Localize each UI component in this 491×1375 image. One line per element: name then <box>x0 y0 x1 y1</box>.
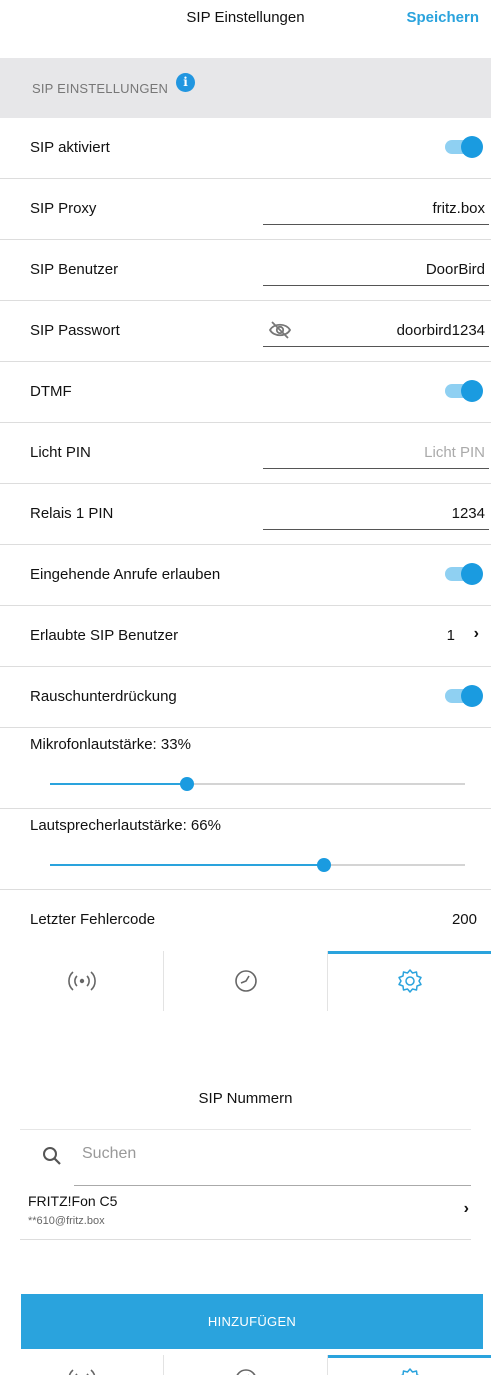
row-light-pin: Licht PIN Licht PIN <box>0 423 491 484</box>
dtmf-label: DTMF <box>30 383 72 400</box>
list-item[interactable]: FRITZ!Fon C5 **610@fritz.box › <box>20 1185 471 1240</box>
chevron-right-icon[interactable]: › <box>464 1200 469 1218</box>
broadcast-icon <box>67 971 96 991</box>
history-clock-icon <box>234 970 257 992</box>
section-header: SIP EINSTELLUNGEN i <box>0 58 491 118</box>
row-sip-proxy: SIP Proxy fritz.box <box>0 179 491 240</box>
sip-settings-screen: SIP Einstellungen Speichern SIP EINSTELL… <box>0 0 491 1011</box>
sip-enabled-toggle[interactable] <box>445 136 483 158</box>
row-mic-volume: Mikrofonlautstärke: 33% <box>0 728 491 809</box>
sip-user-label: SIP Benutzer <box>30 261 119 278</box>
sip-numbers-screen: SIP Nummern FRITZ!Fon C5 **610@fritz.box… <box>0 1082 491 1375</box>
allowed-users-label: Erlaubte SIP Benutzer <box>30 627 179 644</box>
sip-proxy-input[interactable]: fritz.box <box>263 195 489 225</box>
search-icon <box>43 1147 61 1165</box>
row-speaker-volume: Lautsprecherlautstärke: 66% <box>0 809 491 890</box>
mic-volume-thumb[interactable] <box>179 777 194 791</box>
tab-history[interactable] <box>164 951 328 1011</box>
sip-password-input[interactable]: doorbird1234 <box>263 317 489 347</box>
last-error-label: Letzter Fehlercode <box>30 911 156 928</box>
relay-pin-label: Relais 1 PIN <box>30 505 114 522</box>
incoming-calls-label: Eingehende Anrufe erlauben <box>30 566 221 583</box>
row-noise-suppression: Rauschunterdrückung <box>0 667 491 728</box>
noise-suppression-toggle[interactable] <box>445 685 483 707</box>
row-allowed-users[interactable]: Erlaubte SIP Benutzer 1 › <box>0 606 491 667</box>
tab-bar-numbers <box>0 1355 491 1375</box>
row-sip-password: SIP Passwort doorbird1234 <box>0 301 491 362</box>
section-label: SIP EINSTELLUNGEN <box>32 80 169 96</box>
list-item-name: FRITZ!Fon C5 <box>28 1193 118 1209</box>
tab-settings[interactable] <box>328 951 491 1011</box>
row-relay-pin: Relais 1 PIN 1234 <box>0 484 491 545</box>
incoming-calls-toggle[interactable] <box>445 563 483 585</box>
header: SIP Einstellungen Speichern <box>0 0 491 58</box>
sip-enabled-label: SIP aktiviert <box>30 139 110 156</box>
history-clock-icon <box>235 1369 256 1375</box>
row-incoming-calls: Eingehende Anrufe erlauben <box>0 545 491 606</box>
settings-gear-icon <box>397 969 422 993</box>
search-input[interactable] <box>82 1145 282 1163</box>
mic-volume-label: Mikrofonlautstärke: 33% <box>30 736 191 753</box>
add-button[interactable]: HINZUFÜGEN <box>21 1294 483 1349</box>
speaker-volume-fill <box>50 864 324 866</box>
numbers-page-title: SIP Nummern <box>198 1090 293 1107</box>
speaker-volume-label: Lautsprecherlautstärke: 66% <box>30 817 221 834</box>
info-icon[interactable]: i <box>176 72 196 92</box>
speaker-volume-slider[interactable] <box>50 858 465 872</box>
dtmf-toggle[interactable] <box>445 380 483 402</box>
broadcast-icon <box>68 1369 95 1375</box>
tab-settings[interactable] <box>328 1355 491 1375</box>
last-error-value: 200 <box>451 911 477 928</box>
sip-password-label: SIP Passwort <box>30 322 120 339</box>
settings-gear-icon <box>400 1368 419 1375</box>
header-numbers: SIP Nummern <box>0 1082 491 1129</box>
search-bar <box>20 1129 471 1186</box>
sip-proxy-label: SIP Proxy <box>30 200 97 217</box>
light-pin-label: Licht PIN <box>30 444 91 461</box>
mic-volume-fill <box>50 783 187 785</box>
list-item-subtitle: **610@fritz.box <box>28 1215 105 1227</box>
allowed-users-count: 1 <box>446 627 455 644</box>
row-sip-enabled: SIP aktiviert <box>0 118 491 179</box>
relay-pin-input[interactable]: 1234 <box>263 500 489 530</box>
tab-live[interactable] <box>0 951 164 1011</box>
chevron-right-icon[interactable]: › <box>474 625 479 643</box>
row-last-error: Letzter Fehlercode 200 <box>0 890 491 951</box>
row-sip-user: SIP Benutzer DoorBird <box>0 240 491 301</box>
sip-user-input[interactable]: DoorBird <box>263 256 489 286</box>
eye-off-icon[interactable] <box>268 320 292 340</box>
speaker-volume-thumb[interactable] <box>316 858 331 872</box>
tab-live[interactable] <box>0 1355 164 1375</box>
row-dtmf: DTMF <box>0 362 491 423</box>
light-pin-input[interactable]: Licht PIN <box>263 439 489 469</box>
save-button[interactable]: Speichern <box>406 9 479 26</box>
tab-bar <box>0 951 491 1011</box>
tab-history[interactable] <box>164 1355 328 1375</box>
noise-suppression-label: Rauschunterdrückung <box>30 688 177 705</box>
mic-volume-slider[interactable] <box>50 777 465 791</box>
